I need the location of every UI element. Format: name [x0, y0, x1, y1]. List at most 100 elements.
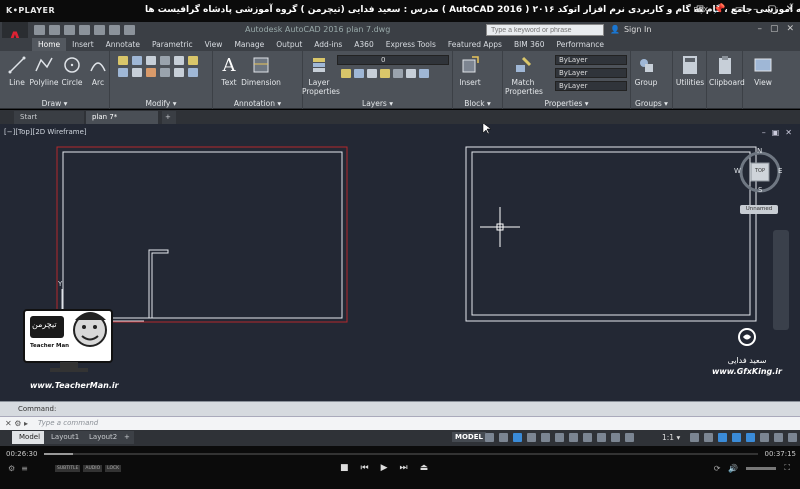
tab-manage[interactable]: Manage	[228, 38, 270, 51]
sign-in[interactable]: 👤 Sign In	[610, 25, 651, 34]
polar-toggle-icon[interactable]	[527, 433, 536, 442]
layer-tool-icon[interactable]	[380, 69, 390, 78]
viewcube-east[interactable]: E	[778, 167, 782, 175]
command-customize-icon[interactable]: ✕ ⚙ ▸	[5, 419, 28, 428]
view-button[interactable]: View	[747, 54, 779, 87]
lock-tag[interactable]: LOCK	[105, 465, 122, 472]
hardware-acceleration-icon[interactable]	[760, 433, 769, 442]
seek-bar[interactable]	[44, 453, 758, 455]
pin-icon[interactable]: 📌	[713, 4, 725, 15]
mirror-icon[interactable]	[174, 56, 184, 65]
volume-slider[interactable]	[746, 466, 777, 470]
annotation-monitor-icon[interactable]	[704, 433, 713, 442]
command-line[interactable]: ✕ ⚙ ▸ Type a command	[0, 416, 800, 430]
properties-panel-label[interactable]: Properties ▾	[503, 99, 630, 108]
draw-panel-label[interactable]: Draw ▾	[0, 99, 109, 108]
annotation-scale[interactable]: 1:1 ▾	[662, 433, 680, 442]
array-icon[interactable]	[146, 68, 156, 77]
clipboard-button[interactable]: Clipboard	[709, 54, 745, 87]
match-properties-button[interactable]: Match Properties	[505, 54, 543, 96]
workspace-icon[interactable]	[690, 433, 699, 442]
units-icon[interactable]	[718, 433, 727, 442]
polyline-button[interactable]: Polyline	[28, 54, 60, 87]
otrack-toggle-icon[interactable]	[555, 433, 564, 442]
stop-icon[interactable]: ■	[340, 463, 349, 473]
fillet-icon[interactable]	[188, 56, 198, 65]
viewcube[interactable]: TOP N S W E	[734, 147, 782, 194]
tab-layout1[interactable]: Layout1	[44, 431, 87, 444]
plot-icon[interactable]	[94, 25, 105, 35]
utilities-button[interactable]: Utilities	[674, 54, 706, 87]
equalizer-icon[interactable]: ≡	[21, 464, 28, 473]
layer-dropdown[interactable]: 0	[337, 55, 449, 65]
minimize-icon[interactable]: –	[753, 4, 758, 15]
previous-icon[interactable]: ⏮	[361, 463, 369, 473]
block-panel-label[interactable]: Block ▾	[453, 99, 502, 108]
osnap-toggle-icon[interactable]	[541, 433, 550, 442]
subtitle-tag[interactable]: SUBTITLE	[55, 465, 81, 472]
open-icon[interactable]	[49, 25, 60, 35]
acad-minimize-icon[interactable]: –	[757, 24, 762, 34]
repeat-icon[interactable]: ⟳	[714, 464, 721, 473]
viewcube-top[interactable]: TOP	[753, 168, 767, 174]
tab-plan-7[interactable]: plan 7*	[86, 111, 158, 124]
drawing-canvas[interactable]: [−][Top][2D Wireframe] – ▣ ✕ Y	[0, 124, 800, 401]
tab-annotate[interactable]: Annotate	[100, 38, 146, 51]
groups-panel-label[interactable]: Groups ▾	[631, 99, 672, 108]
tab-performance[interactable]: Performance	[550, 38, 610, 51]
fullscreen-icon[interactable]: ⛶	[784, 463, 790, 473]
viewcube-west[interactable]: W	[734, 167, 741, 175]
trim-icon[interactable]	[146, 56, 156, 65]
tab-parametric[interactable]: Parametric	[146, 38, 199, 51]
stretch-icon[interactable]	[118, 68, 128, 77]
command-input[interactable]: Type a command	[38, 419, 98, 427]
autoscale-icon[interactable]	[625, 433, 634, 442]
acad-restore-icon[interactable]: ▢	[770, 24, 779, 34]
model-space-button[interactable]: MODEL	[452, 432, 486, 442]
undo-icon[interactable]	[109, 25, 120, 35]
scale-icon[interactable]	[132, 68, 142, 77]
arc-button[interactable]: Arc	[83, 54, 113, 87]
grid-toggle-icon[interactable]	[485, 433, 494, 442]
snap-toggle-icon[interactable]	[499, 433, 508, 442]
settings-icon[interactable]: ⚙	[8, 464, 15, 473]
linetype-dropdown[interactable]: ByLayer	[555, 68, 627, 78]
selection-cycling-icon[interactable]	[597, 433, 606, 442]
tab-insert[interactable]: Insert	[66, 38, 100, 51]
tab-bim-360[interactable]: BIM 360	[508, 38, 551, 51]
new-icon[interactable]	[34, 25, 45, 35]
close-icon[interactable]: ✕	[786, 4, 794, 15]
mini-icon[interactable]: ▭	[735, 4, 744, 15]
annotation-visibility-icon[interactable]	[611, 433, 620, 442]
clean-screen-icon[interactable]	[774, 433, 783, 442]
layer-tool-icon[interactable]	[341, 69, 351, 78]
tab-model[interactable]: Model	[12, 431, 48, 444]
layer-tool-icon[interactable]	[367, 69, 377, 78]
ortho-toggle-icon[interactable]	[513, 433, 522, 442]
annotation-panel-label[interactable]: Annotation ▾	[213, 99, 302, 108]
eject-icon[interactable]: ⏏	[420, 463, 429, 473]
tab-a360[interactable]: A360	[348, 38, 379, 51]
tab-output[interactable]: Output	[270, 38, 308, 51]
acad-close-icon[interactable]: ✕	[786, 24, 794, 34]
explode-icon[interactable]	[174, 68, 184, 77]
layer-tool-icon[interactable]	[419, 69, 429, 78]
redo-icon[interactable]	[124, 25, 135, 35]
viewcube-south[interactable]: S	[758, 186, 762, 194]
next-icon[interactable]: ⏭	[400, 463, 408, 473]
tab-add-ins[interactable]: Add-ins	[308, 38, 348, 51]
layer-tool-icon[interactable]	[393, 69, 403, 78]
group-button[interactable]: Group	[631, 54, 661, 87]
add-layout-button[interactable]: +	[120, 431, 134, 444]
tab-express-tools[interactable]: Express Tools	[380, 38, 442, 51]
erase-icon[interactable]	[160, 68, 170, 77]
navigation-bar[interactable]	[773, 230, 789, 330]
color-dropdown[interactable]: ByLayer	[555, 55, 627, 65]
tab-layout2[interactable]: Layout2	[82, 431, 125, 444]
quick-properties-icon[interactable]	[732, 433, 741, 442]
lineweight-toggle-icon[interactable]	[569, 433, 578, 442]
play-icon[interactable]: ▶	[381, 463, 388, 473]
modify-panel-label[interactable]: Modify ▾	[110, 99, 212, 108]
volume-icon[interactable]: 🔊	[728, 464, 738, 473]
layer-properties-button[interactable]: Layer Properties	[302, 54, 340, 96]
